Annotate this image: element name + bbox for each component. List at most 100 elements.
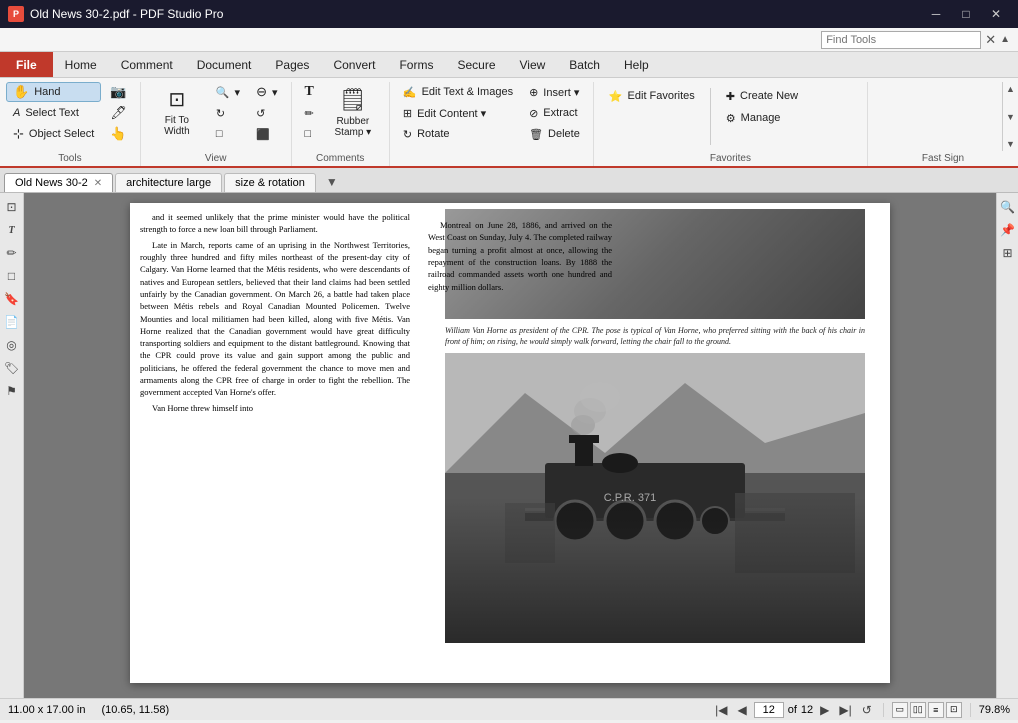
- find-tools-input[interactable]: [821, 31, 981, 49]
- menu-home[interactable]: Home: [53, 52, 109, 77]
- pdf-text-col2: Montreal on June 28, 1886, and arrived o…: [420, 211, 620, 301]
- zoom-level: 79.8%: [979, 704, 1010, 716]
- view-fit-button[interactable]: ⊡: [946, 702, 962, 718]
- text-tool-button[interactable]: T: [298, 82, 321, 102]
- extract-button[interactable]: ⊘ Extract: [522, 103, 587, 123]
- menu-comment[interactable]: Comment: [109, 52, 185, 77]
- nav-prev-button[interactable]: ◀: [734, 702, 749, 718]
- insert-label: Insert ▾: [543, 86, 579, 99]
- layout-button[interactable]: □: [209, 124, 247, 144]
- sidebar-tool-pencil[interactable]: ✏: [2, 243, 22, 263]
- nav-next-button[interactable]: ▶: [817, 702, 832, 718]
- highlight-button[interactable]: 🖊: [103, 103, 134, 123]
- object-select-label: Object Select: [29, 128, 94, 140]
- rotate-content-icon: ↻: [403, 128, 412, 141]
- nav-refresh-button[interactable]: ↺: [859, 702, 875, 718]
- page-coordinates: (10.65, 11.58): [101, 704, 169, 716]
- find-tools-expand[interactable]: ▲: [1000, 34, 1010, 45]
- app-icon: P: [8, 6, 24, 22]
- view-double-button[interactable]: ▯▯: [910, 702, 926, 718]
- text-tool-icon: T: [305, 84, 314, 100]
- find-tools-close[interactable]: ✕: [985, 32, 996, 48]
- delete-button[interactable]: 🗑 Delete: [522, 124, 587, 144]
- menu-secure[interactable]: Secure: [445, 52, 507, 77]
- rotate-cw-button[interactable]: ↻: [209, 103, 247, 123]
- tab-size-rotation[interactable]: size & rotation: [224, 173, 316, 192]
- sidebar-tool-circle[interactable]: ◎: [2, 335, 22, 355]
- right-sidebar-search[interactable]: 🔍: [998, 197, 1018, 217]
- right-sidebar-grid[interactable]: ⊞: [998, 243, 1018, 263]
- camera-button[interactable]: 📷: [103, 82, 134, 102]
- rect-tool-icon: □: [305, 128, 312, 140]
- sidebar-tool-bookmark[interactable]: 🔖: [2, 289, 22, 309]
- maximize-button[interactable]: □: [952, 4, 980, 24]
- tab-architecture[interactable]: architecture large: [115, 173, 222, 192]
- object-select-icon: ⊹: [13, 126, 24, 142]
- menu-forms[interactable]: Forms: [387, 52, 445, 77]
- train-image: C.P.R. 371: [445, 353, 865, 643]
- menu-document[interactable]: Document: [185, 52, 264, 77]
- close-button[interactable]: ✕: [982, 4, 1010, 24]
- rotate-ccw-button[interactable]: ↺: [249, 103, 284, 123]
- menu-batch[interactable]: Batch: [557, 52, 612, 77]
- edit-content-label: Edit Content ▾: [417, 107, 486, 120]
- manage-button[interactable]: ⚙ Manage: [719, 108, 805, 128]
- rubber-stamp-icon: 🗒: [339, 87, 367, 113]
- status-sep2: [970, 703, 971, 717]
- tab-oldnews[interactable]: Old News 30-2 ✕: [4, 173, 113, 192]
- menu-pages[interactable]: Pages: [263, 52, 321, 77]
- sidebar-tool-tag[interactable]: 🏷: [2, 358, 22, 378]
- insert-icon: ⊕: [529, 86, 538, 99]
- fingerprint-button[interactable]: 👆: [103, 124, 134, 144]
- menu-view[interactable]: View: [508, 52, 558, 77]
- sidebar-tool-shape[interactable]: □: [2, 266, 22, 286]
- status-bar: 11.00 x 17.00 in (10.65, 11.58) |◀ ◀ 12 …: [0, 698, 1018, 720]
- nav-last-button[interactable]: ▶|: [836, 702, 854, 718]
- edit-content-button[interactable]: ⊞ Edit Content ▾: [396, 103, 520, 123]
- edit-content-icon: ⊞: [403, 107, 412, 120]
- object-select-button[interactable]: ⊹ Object Select: [6, 124, 101, 144]
- sidebar-tool-text[interactable]: T: [2, 220, 22, 240]
- rotate-content-button[interactable]: ↻ Rotate: [396, 124, 520, 144]
- insert-button[interactable]: ⊕ Insert ▾: [522, 82, 587, 102]
- rubber-stamp-button[interactable]: 🗒 RubberStamp ▾: [323, 82, 383, 142]
- view-col2: ⊖ ▾ ↺ ⬛: [249, 82, 284, 144]
- sidebar-tool-extra[interactable]: ⚑: [2, 381, 22, 401]
- select-text-icon: A: [13, 107, 20, 119]
- view-group-label: View: [147, 153, 285, 166]
- zoom-in-button[interactable]: 🔍 ▾: [209, 82, 247, 102]
- select-text-button[interactable]: A Select Text: [6, 103, 101, 123]
- menu-file[interactable]: File: [0, 52, 53, 77]
- tabs-dropdown-button[interactable]: ▼: [322, 172, 342, 192]
- sidebar-tool-page[interactable]: 📄: [2, 312, 22, 332]
- edit-text-images-button[interactable]: ✍ Edit Text & Images: [396, 82, 520, 102]
- view-single-button[interactable]: ▭: [892, 702, 908, 718]
- zoom-out-icon: ⊖: [256, 84, 267, 100]
- highlight-icon: 🖊: [110, 105, 127, 121]
- minimize-button[interactable]: ─: [922, 4, 950, 24]
- fit-to-width-button[interactable]: ⊡ Fit ToWidth: [147, 82, 207, 142]
- pencil-tool-button[interactable]: ✏: [298, 103, 321, 123]
- view-scroll-button[interactable]: ≡: [928, 702, 944, 718]
- tools-group-label: Tools: [6, 153, 134, 166]
- fastsign-scroll-down[interactable]: ▼: [1003, 110, 1018, 124]
- hand-tool-button[interactable]: ✋ Hand: [6, 82, 101, 102]
- create-manage-col: ✚ Create New ⚙ Manage: [719, 86, 805, 128]
- fastsign-scroll-up[interactable]: ▲: [1003, 82, 1018, 96]
- sidebar-tool-select[interactable]: ⊡: [2, 197, 22, 217]
- page-number-input[interactable]: 12: [754, 702, 784, 718]
- right-sidebar-pin[interactable]: 📌: [998, 220, 1018, 240]
- fastsign-scroll-more[interactable]: ▼: [1003, 137, 1018, 151]
- rect-tool-button[interactable]: □: [298, 124, 321, 144]
- edit-col2: ⊕ Insert ▾ ⊘ Extract 🗑 Delete: [522, 82, 587, 144]
- nav-first-button[interactable]: |◀: [712, 702, 730, 718]
- hand-icon: ✋: [13, 84, 29, 100]
- dark-layout-button[interactable]: ⬛: [249, 124, 284, 144]
- create-new-button[interactable]: ✚ Create New: [719, 86, 805, 106]
- tab-oldnews-close[interactable]: ✕: [94, 178, 102, 189]
- zoom-out-button[interactable]: ⊖ ▾: [249, 82, 284, 102]
- delete-label: Delete: [548, 128, 580, 140]
- edit-favorites-button[interactable]: ⭐ Edit Favorites: [602, 86, 702, 106]
- menu-help[interactable]: Help: [612, 52, 661, 77]
- menu-convert[interactable]: Convert: [321, 52, 387, 77]
